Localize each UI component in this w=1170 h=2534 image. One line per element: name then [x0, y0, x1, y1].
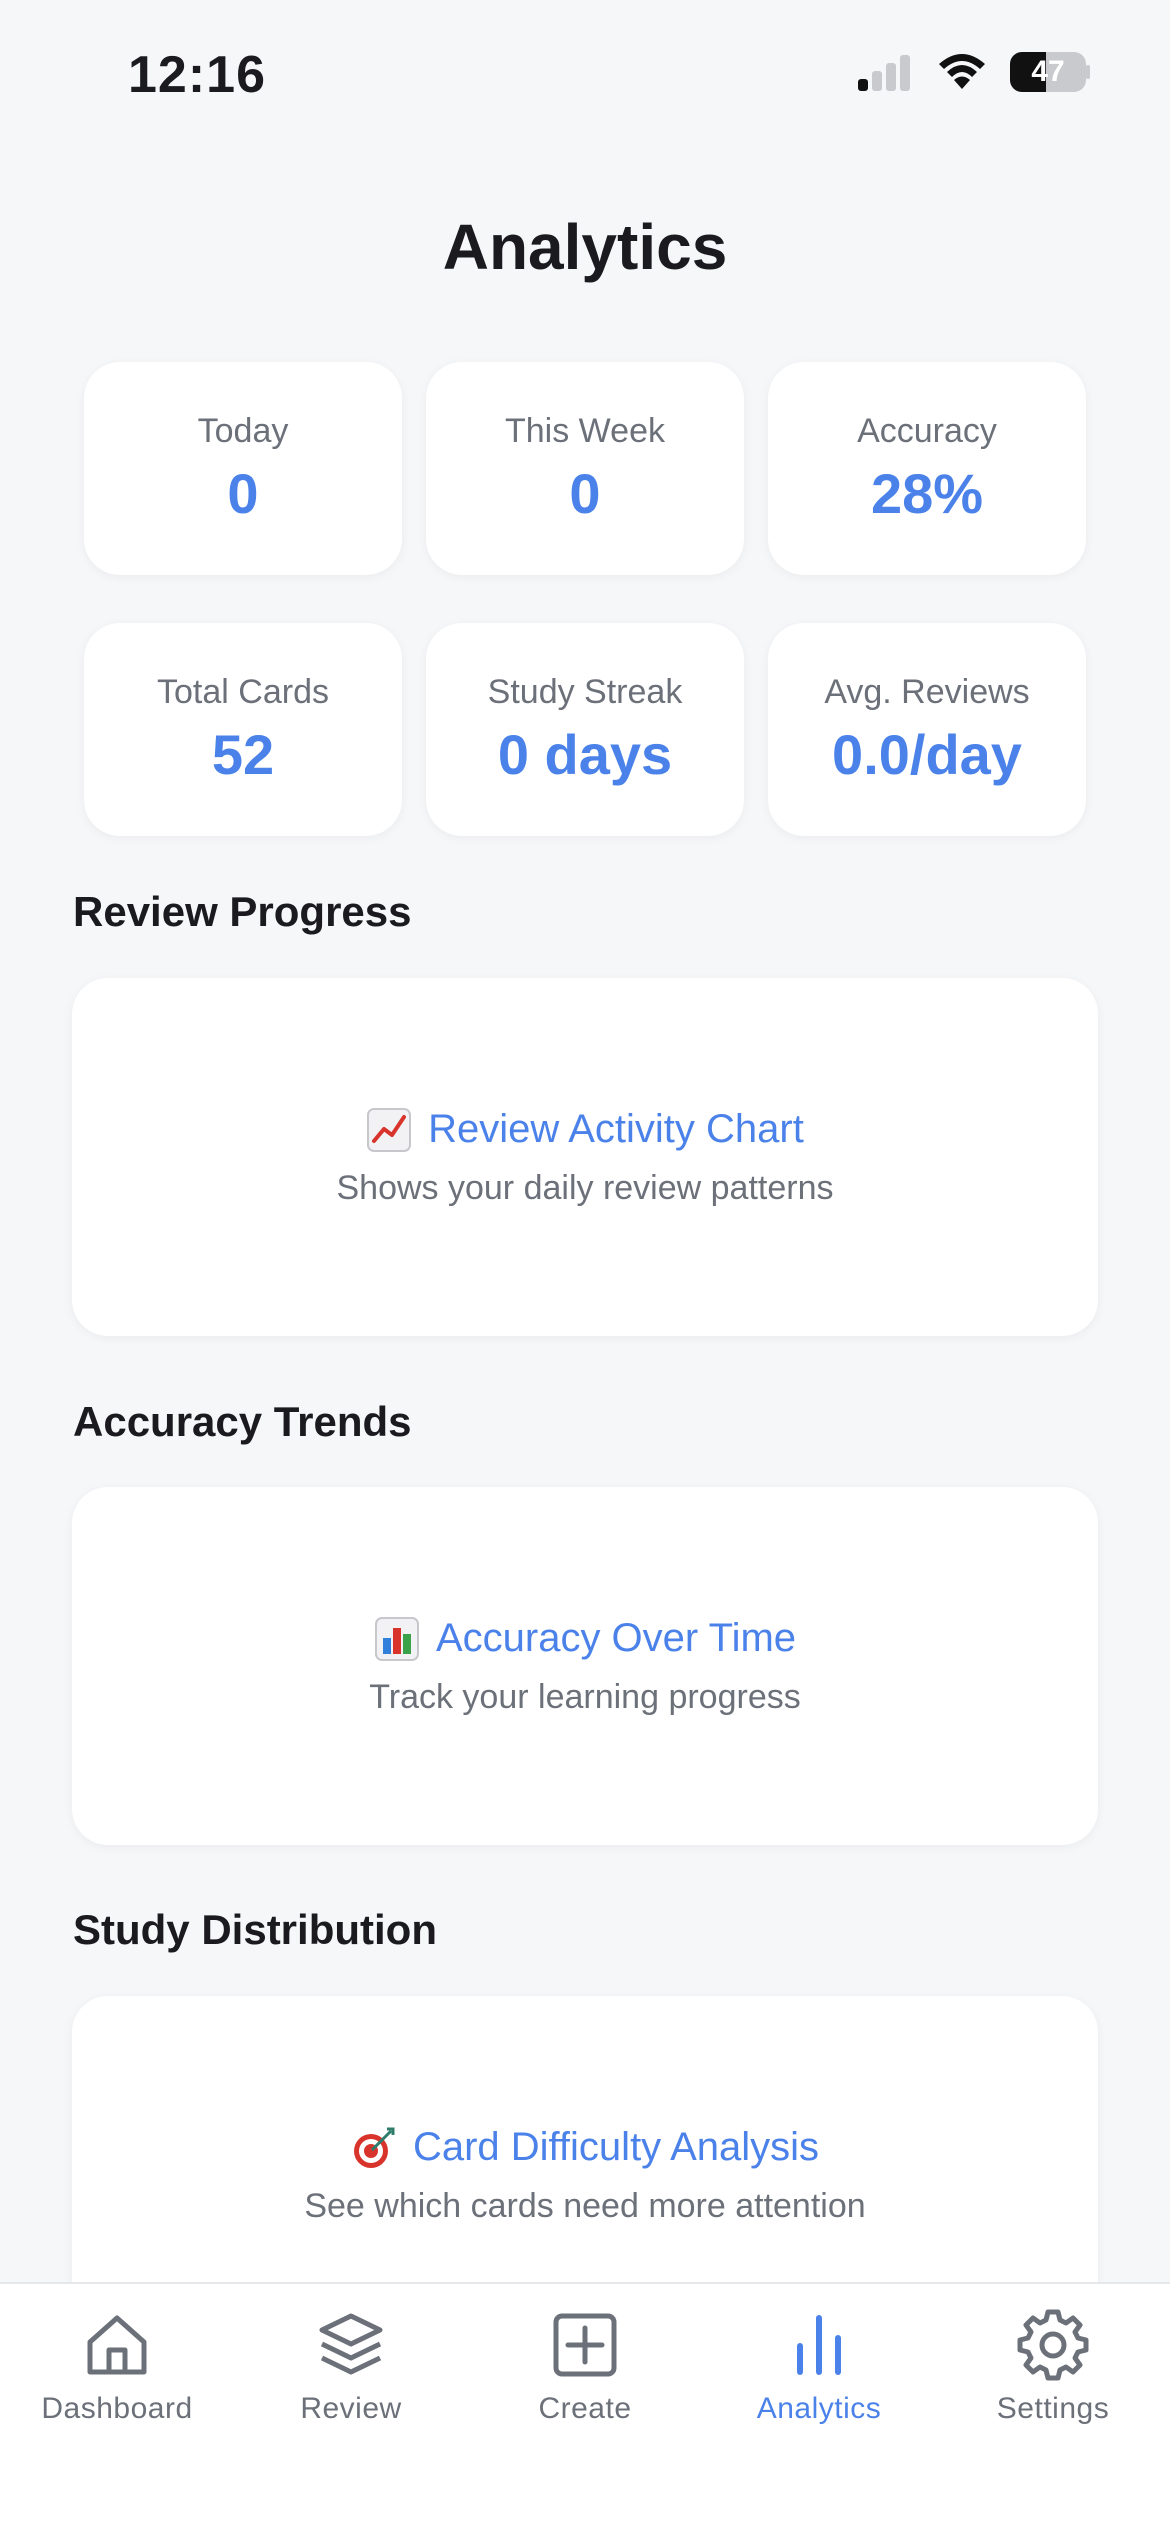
card-title: Card Difficulty Analysis — [412, 2125, 820, 2169]
tab-analytics[interactable]: Analytics — [702, 2308, 936, 2426]
target-icon — [353, 2127, 395, 2168]
stat-card-today: Today 0 — [84, 362, 402, 575]
tab-label: Analytics — [756, 2392, 882, 2425]
stat-card-study-streak: Study Streak 0 days — [426, 623, 744, 836]
layers-icon — [319, 2313, 383, 2375]
review-activity-chart-card[interactable]: Review Activity Chart Shows your daily r… — [72, 978, 1098, 1336]
tab-label: Review — [300, 2392, 402, 2425]
card-title: Review Activity Chart — [428, 1107, 804, 1151]
bar-chart-icon — [797, 2315, 841, 2375]
cellular-signal-icon — [858, 55, 910, 91]
stats-row: Today 0 This Week 0 Accuracy 28% — [84, 362, 1086, 575]
status-icons: 47 — [856, 52, 1090, 92]
card-head: Card Difficulty Analysis — [351, 2125, 819, 2171]
tab-dashboard[interactable]: Dashboard — [0, 2308, 234, 2426]
section-title-study-distribution: Study Distribution — [73, 1906, 437, 1953]
gear-icon — [1017, 2309, 1089, 2381]
stat-card-total-cards: Total Cards 52 — [84, 623, 402, 836]
battery-level: 47 — [1031, 55, 1065, 88]
stat-card-this-week: This Week 0 — [426, 362, 744, 575]
card-subtitle: Track your learning progress — [369, 1677, 801, 1716]
plus-square-icon — [553, 2313, 617, 2377]
bar-chart-icon — [374, 1616, 419, 1661]
home-icon — [87, 2315, 147, 2375]
section-title-review-progress: Review Progress — [73, 888, 412, 935]
tab-label: Dashboard — [41, 2392, 193, 2425]
stat-card-accuracy: Accuracy 28% — [768, 362, 1086, 575]
accuracy-over-time-card[interactable]: Accuracy Over Time Track your learning p… — [72, 1487, 1098, 1845]
tab-label: Create — [538, 2392, 632, 2425]
card-subtitle: See which cards need more attention — [304, 2186, 866, 2225]
stat-label: Avg. Reviews — [824, 672, 1030, 711]
stat-label: Study Streak — [487, 672, 683, 711]
status-time: 12:16 — [128, 46, 266, 104]
section-title-accuracy-trends: Accuracy Trends — [73, 1398, 412, 1445]
stat-value: 0 — [569, 461, 601, 525]
chart-increasing-icon — [367, 1107, 412, 1152]
tab-label: Settings — [996, 2392, 1110, 2425]
stat-value: 0.0/day — [832, 722, 1022, 786]
tab-settings[interactable]: Settings — [936, 2308, 1170, 2426]
card-head: Review Activity Chart — [366, 1107, 804, 1153]
stats-row: Total Cards 52 Study Streak 0 days Avg. … — [84, 623, 1086, 836]
battery-icon: 47 — [1010, 52, 1090, 92]
page-title: Analytics — [442, 211, 728, 283]
wifi-icon — [939, 54, 985, 89]
stat-value: 0 days — [497, 722, 673, 786]
stat-value: 28% — [870, 461, 984, 525]
tab-create[interactable]: Create — [468, 2308, 702, 2426]
stats-grid: Today 0 This Week 0 Accuracy 28% Total C… — [84, 362, 1086, 884]
card-title: Accuracy Over Time — [435, 1616, 797, 1660]
card-head: Accuracy Over Time — [374, 1616, 796, 1662]
stat-label: Accuracy — [857, 411, 997, 450]
stat-value: 0 — [227, 461, 259, 525]
tab-review[interactable]: Review — [234, 2308, 468, 2426]
stat-label: Today — [197, 411, 289, 450]
stat-card-avg-reviews: Avg. Reviews 0.0/day — [768, 623, 1086, 836]
stat-label: Total Cards — [157, 672, 329, 711]
tab-bar: Dashboard Review Create Analytics Settin… — [0, 2282, 1170, 2534]
card-subtitle: Shows your daily review patterns — [336, 1168, 834, 1207]
status-bar: 12:16 47 — [0, 0, 1170, 150]
stat-label: This Week — [505, 411, 665, 450]
stat-value: 52 — [211, 722, 275, 786]
